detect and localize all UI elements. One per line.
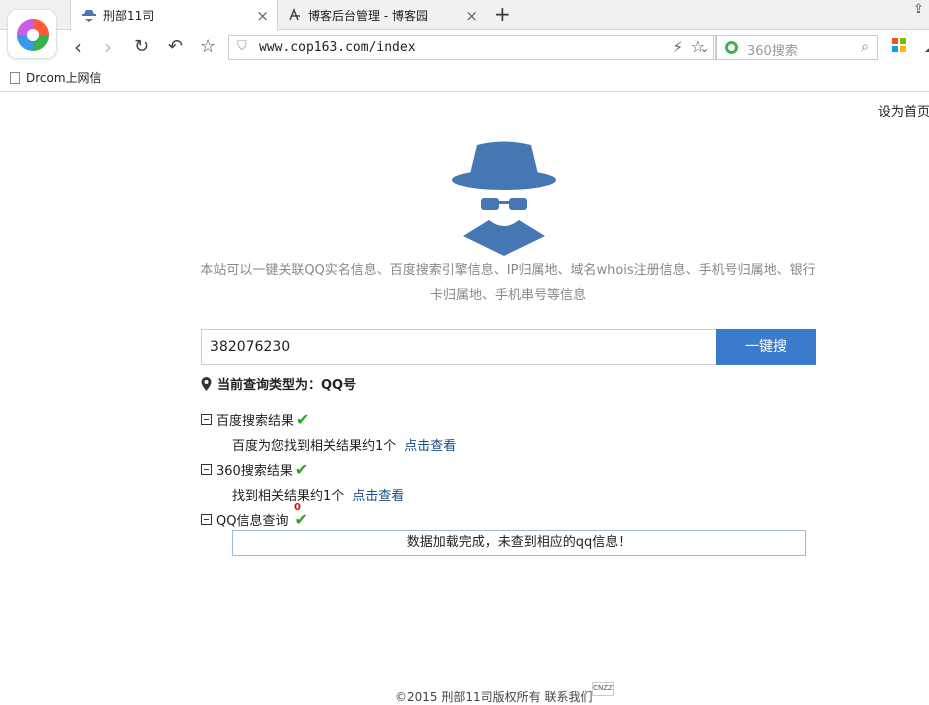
- close-icon[interactable]: ×: [256, 7, 269, 25]
- section-baidu[interactable]: 百度搜索结果 ✔: [201, 410, 309, 429]
- tab-blog-admin[interactable]: 博客后台管理 - 博客园 ×: [278, 0, 486, 30]
- favorite-star-icon[interactable]: ☆: [200, 36, 216, 58]
- reload-icon[interactable]: ↻: [134, 36, 149, 58]
- tab-xingbu[interactable]: 刑部11司 ×: [70, 0, 278, 31]
- back-icon[interactable]: ‹: [74, 36, 82, 58]
- footer-copyright: ©2015 刑部11司版权所有 联系我们: [395, 690, 593, 704]
- qq-result-message: 数据加载完成，未查到相应的qq信息！: [232, 530, 806, 556]
- search-icon[interactable]: ⌕: [861, 39, 869, 55]
- address-url[interactable]: www.cop163.com/index: [259, 40, 416, 55]
- view-link[interactable]: 点击查看: [352, 489, 404, 504]
- blog-icon: [289, 8, 300, 21]
- search-placeholder[interactable]: 360搜索: [747, 40, 798, 59]
- query-type-label: 当前查询类型为：QQ号: [217, 378, 357, 393]
- search-button[interactable]: 一键搜: [716, 329, 816, 365]
- set-home-link[interactable]: 设为首页: [878, 101, 929, 120]
- result-text: 找到相关结果约1个: [232, 489, 345, 504]
- spy-mascot-icon: [452, 141, 556, 256]
- bookmarks-bar: Drcom上网信: [0, 66, 929, 92]
- cloud-icon[interactable]: ☁: [924, 37, 929, 56]
- query-type: 当前查询类型为：QQ号: [201, 374, 356, 393]
- navigation-bar: ‹ › ↻ ↶ ☆ ⛉ www.cop163.com/index ⚡ ☆ ⌄ 3…: [62, 30, 929, 66]
- new-tab-icon[interactable]: +: [494, 2, 511, 26]
- address-dropdown-icon[interactable]: ⌄: [694, 35, 716, 60]
- collapse-icon[interactable]: [201, 514, 212, 525]
- undo-icon[interactable]: ↶: [168, 36, 183, 58]
- apps-grid-icon[interactable]: [892, 38, 906, 52]
- search-input[interactable]: [201, 329, 717, 365]
- section-title: 360搜索结果: [216, 464, 293, 479]
- browser-logo-icon[interactable]: [7, 9, 57, 59]
- close-icon[interactable]: ×: [465, 7, 478, 25]
- collapse-icon[interactable]: [201, 414, 212, 425]
- document-icon: [10, 71, 20, 84]
- check-icon: ✔: [296, 410, 310, 429]
- shield-icon: ⛉: [237, 39, 247, 54]
- baidu-result: 百度为您找到相关结果约1个 点击查看: [232, 435, 456, 454]
- check-icon: ✔: [294, 460, 309, 479]
- address-bar[interactable]: ⛉ www.cop163.com/index ⚡ ☆: [228, 35, 714, 60]
- tab-title: 博客后台管理 - 博客园: [308, 8, 428, 23]
- location-pin-icon: [201, 376, 212, 391]
- tab-bar: 刑部11司 × 博客后台管理 - 博客园 × + ⇪: [0, 0, 929, 31]
- 360-result: 找到相关结果约1个 点击查看: [232, 485, 404, 504]
- section-360[interactable]: 360搜索结果 ✔: [201, 460, 308, 479]
- intro-text: 本站可以一键关联QQ实名信息、百度搜索引擎信息、IP归属地、域名whois注册信…: [200, 263, 816, 303]
- lightning-icon[interactable]: ⚡: [672, 38, 683, 56]
- tab-title: 刑部11司: [103, 9, 155, 23]
- section-qq[interactable]: QQ信息查询 ✔: [201, 510, 308, 529]
- cnzz-stats-icon[interactable]: CNZZ: [592, 682, 614, 696]
- browser-chrome: 刑部11司 × 博客后台管理 - 博客园 × + ⇪ ‹ › ↻ ↶ ☆ ⛉ w…: [0, 0, 929, 92]
- 360-logo-icon: [725, 41, 738, 54]
- qq-count-badge: 0: [294, 502, 301, 513]
- spy-icon: [82, 9, 96, 22]
- search-engine-box[interactable]: 360搜索 ⌕: [716, 35, 878, 60]
- forward-icon[interactable]: ›: [104, 36, 112, 58]
- bookmark-label: Drcom上网信: [26, 71, 102, 85]
- section-title: 百度搜索结果: [216, 414, 295, 429]
- view-link[interactable]: 点击查看: [404, 439, 456, 454]
- collapse-icon[interactable]: [201, 464, 212, 475]
- result-text: 百度为您找到相关结果约1个: [232, 439, 397, 454]
- section-title: QQ信息查询: [216, 514, 289, 529]
- upload-icon[interactable]: ⇪: [913, 2, 924, 17]
- bookmark-item[interactable]: Drcom上网信: [10, 69, 102, 86]
